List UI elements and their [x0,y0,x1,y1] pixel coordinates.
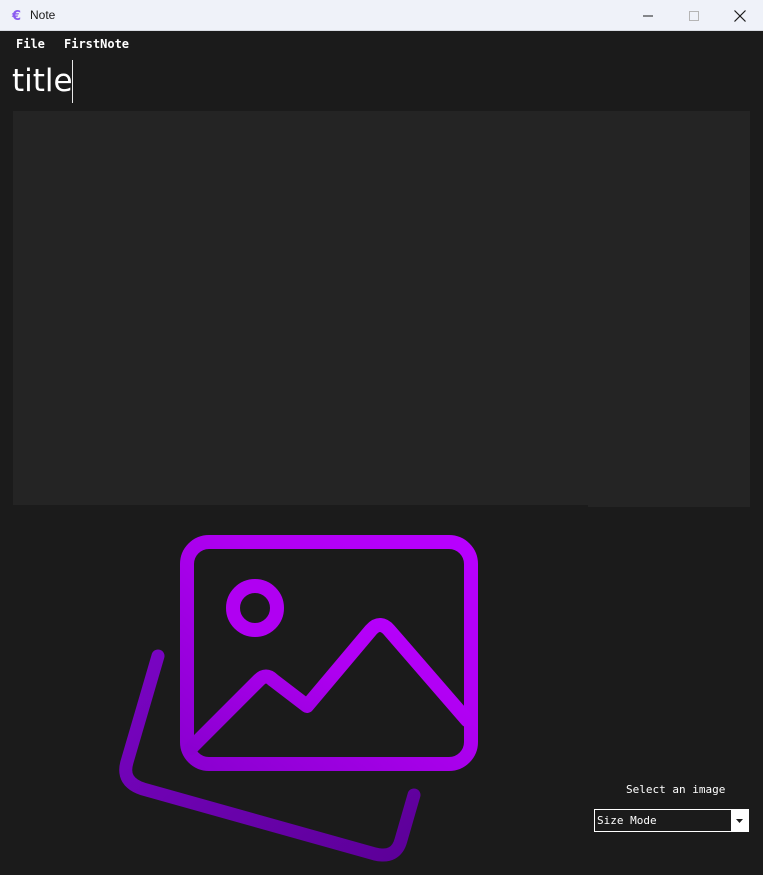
close-icon [734,9,746,22]
note-body-textarea[interactable] [13,111,750,505]
size-mode-dropdown[interactable]: Size Mode [594,809,749,832]
note-body-edge [588,505,750,507]
close-button[interactable] [717,0,763,31]
maximize-icon [689,10,699,21]
svg-text:€: € [11,9,21,23]
caret-down-icon [736,818,743,823]
note-title-input[interactable] [12,58,432,104]
maximize-button[interactable] [671,0,717,31]
images-icon[interactable] [118,532,482,864]
window-titlebar[interactable]: € Note [0,0,763,31]
size-mode-selected: Size Mode [597,814,657,827]
window-title: Note [30,8,56,22]
menu-bar: File FirstNote [0,31,763,55]
minimize-button[interactable] [625,0,671,31]
text-caret [72,60,73,103]
select-image-link[interactable]: Select an image [626,783,725,796]
euro-sign-icon: € [11,9,21,23]
menu-file[interactable]: File [16,37,45,51]
menu-firstnote[interactable]: FirstNote [64,37,129,51]
minimize-icon [643,15,653,16]
dropdown-toggle[interactable] [731,810,748,831]
